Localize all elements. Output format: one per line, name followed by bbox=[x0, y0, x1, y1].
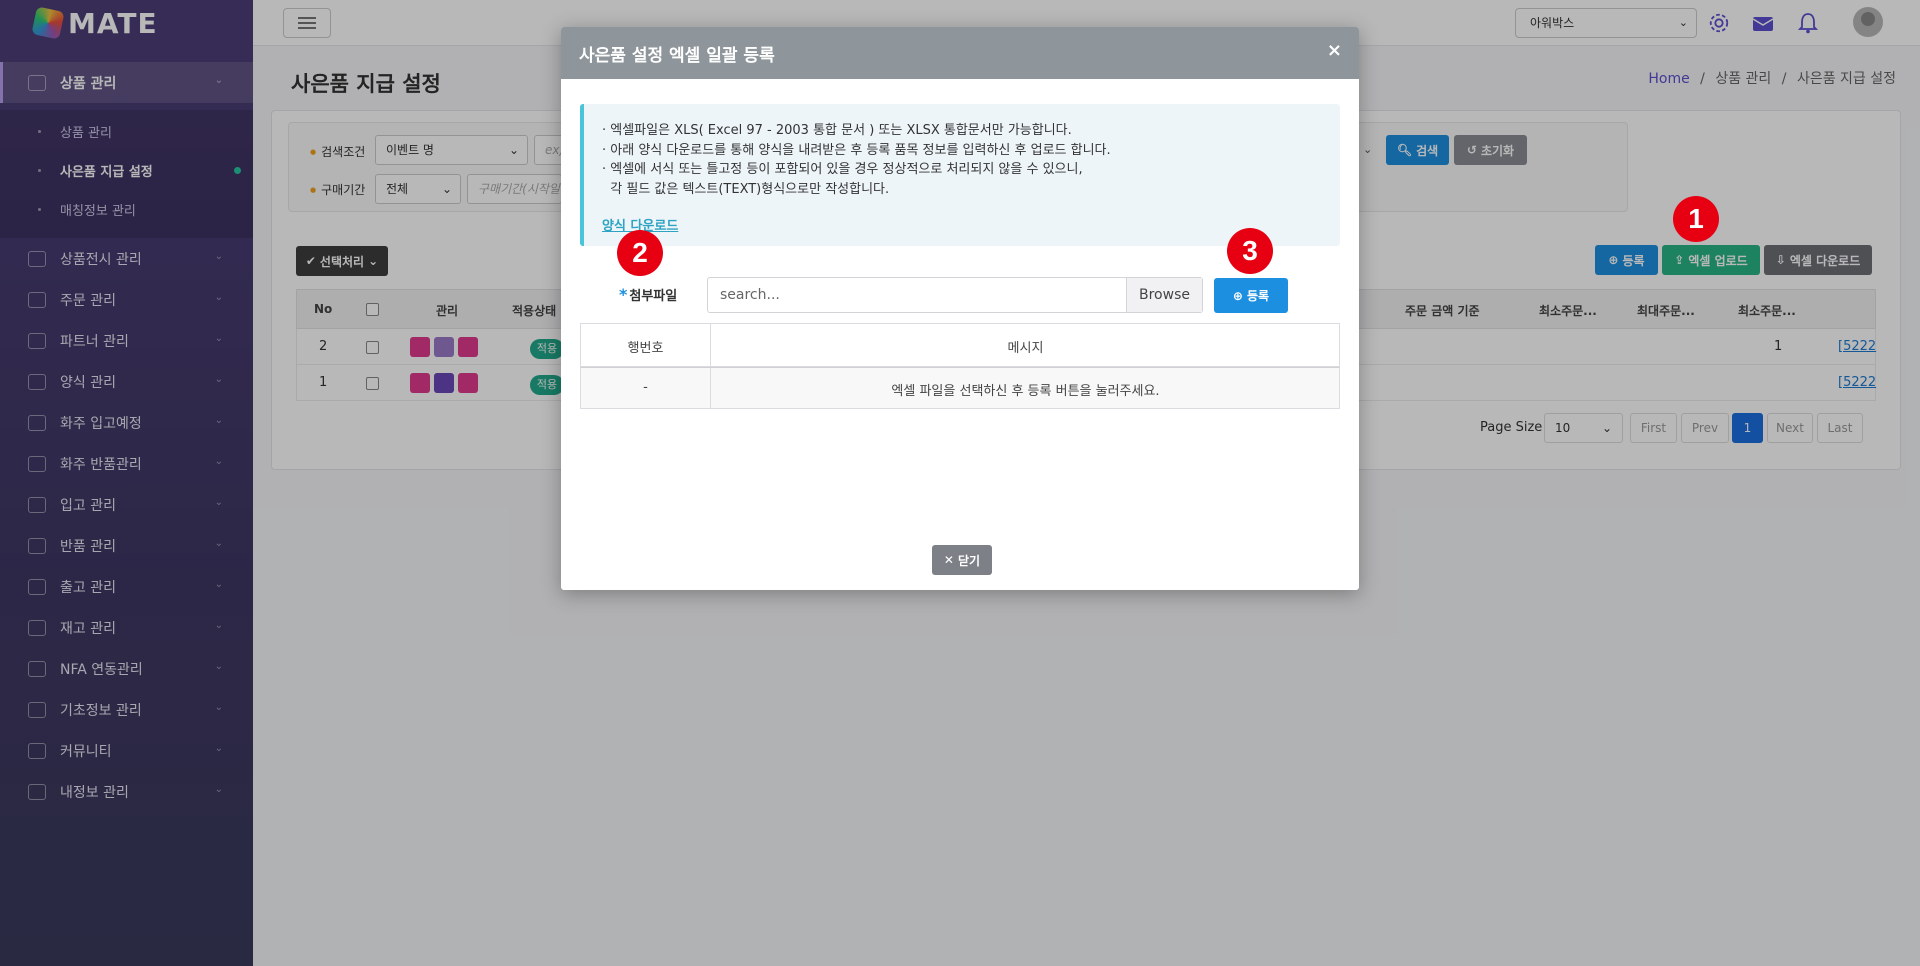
notice-line: · 엑셀파일은 XLS( Excel 97 - 2003 통합 문서 ) 또는 … bbox=[602, 123, 1072, 138]
modal-close-x-button[interactable]: × bbox=[1327, 40, 1342, 61]
notice-box: · 엑셀파일은 XLS( Excel 97 - 2003 통합 문서 ) 또는 … bbox=[580, 104, 1340, 246]
modal-close-label: 닫기 bbox=[957, 553, 981, 568]
browse-button[interactable]: Browse bbox=[1126, 278, 1202, 312]
modal-register-label: 등록 bbox=[1246, 289, 1270, 303]
modal-header: 사은품 설정 엑셀 일괄 등록 × bbox=[561, 27, 1359, 79]
result-column-message: 메시지 bbox=[1007, 341, 1044, 356]
modal-close-button[interactable]: ✕ 닫기 bbox=[932, 545, 992, 575]
file-input-group: search... Browse bbox=[707, 277, 1203, 313]
notice-line: 각 필드 값은 텍스트(TEXT)형식으로만 작성합니다. bbox=[602, 182, 890, 197]
result-table-header: 행번호 메시지 bbox=[580, 323, 1340, 367]
result-table-row: - 엑셀 파일을 선택하신 후 등록 버튼을 눌러주세요. bbox=[580, 367, 1340, 409]
callout-badge-1: 1 bbox=[1673, 196, 1719, 242]
notice-line: · 아래 양식 다운로드를 통해 양식을 내려받은 후 등록 품목 정보를 입력… bbox=[602, 143, 1111, 158]
close-icon: ✕ bbox=[943, 553, 954, 567]
callout-badge-3: 3 bbox=[1227, 228, 1273, 274]
modal-title: 사은품 설정 엑셀 일괄 등록 bbox=[579, 46, 775, 66]
result-row-no: - bbox=[643, 380, 648, 395]
required-asterisk-icon: * bbox=[619, 285, 628, 304]
excel-upload-modal: 사은품 설정 엑셀 일괄 등록 × · 엑셀파일은 XLS( Excel 97 … bbox=[561, 27, 1359, 590]
plus-circle-icon: ⊕ bbox=[1232, 288, 1243, 303]
result-column-row-no: 행번호 bbox=[627, 341, 664, 356]
attachment-label-text: 첨부파일 bbox=[629, 289, 678, 304]
file-search-input[interactable]: search... bbox=[720, 278, 780, 312]
result-row-message: 엑셀 파일을 선택하신 후 등록 버튼을 눌러주세요. bbox=[891, 384, 1160, 399]
notice-line: · 엑셀에 서식 또는 틀고정 등이 포함되어 있을 경우 정상적으로 처리되지… bbox=[602, 162, 1083, 177]
callout-badge-2: 2 bbox=[617, 230, 663, 276]
modal-register-button[interactable]: ⊕ 등록 bbox=[1214, 278, 1288, 313]
attachment-label: * 첨부파일 bbox=[619, 285, 677, 304]
